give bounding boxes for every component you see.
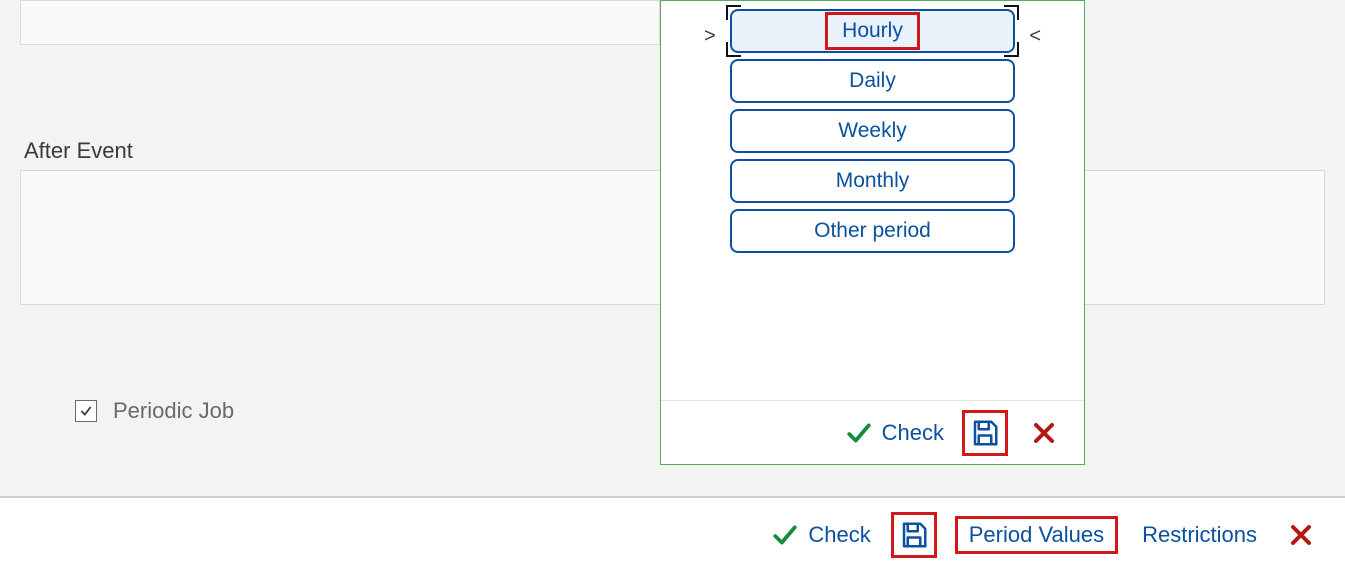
periodic-job-row[interactable]: Periodic Job xyxy=(75,398,234,424)
option-other-period-label: Other period xyxy=(814,219,931,243)
pointer-right: < xyxy=(1029,25,1041,48)
period-values-button[interactable]: Period Values xyxy=(963,518,1110,551)
periodic-job-label: Periodic Job xyxy=(113,398,234,424)
check-label: Check xyxy=(808,522,870,548)
option-weekly[interactable]: Weekly xyxy=(730,109,1015,153)
option-other-period[interactable]: Other period xyxy=(730,209,1015,253)
pointer-left: > xyxy=(704,25,716,48)
check-icon xyxy=(846,420,872,446)
periodic-job-checkbox[interactable] xyxy=(75,400,97,422)
close-button[interactable] xyxy=(1283,517,1319,553)
popup-save-button[interactable] xyxy=(962,410,1008,456)
popup-footer: Check xyxy=(661,400,1084,464)
period-options-list: > Hourly < Daily Weekly Monthly Other pe… xyxy=(661,9,1084,253)
option-hourly[interactable]: > Hourly < xyxy=(730,9,1015,53)
close-icon xyxy=(1289,523,1313,547)
option-monthly-label: Monthly xyxy=(836,169,910,193)
check-button[interactable]: Check xyxy=(772,522,870,548)
popup-check-label: Check xyxy=(882,420,944,446)
option-hourly-label: Hourly xyxy=(842,19,903,43)
period-values-button-wrap[interactable]: Period Values xyxy=(957,518,1116,552)
option-daily[interactable]: Daily xyxy=(730,59,1015,103)
save-button[interactable] xyxy=(891,512,937,558)
save-highlight xyxy=(891,512,937,558)
popup-check-button[interactable]: Check xyxy=(846,420,944,446)
after-event-label: After Event xyxy=(24,138,133,164)
close-icon xyxy=(1032,421,1056,445)
popup-close-button[interactable] xyxy=(1026,415,1062,451)
period-values-popup: > Hourly < Daily Weekly Monthly Other pe… xyxy=(660,0,1085,465)
checkmark-icon xyxy=(79,404,93,418)
previous-section-panel xyxy=(20,0,660,45)
bottom-toolbar: Check Period Values Restrictions xyxy=(0,496,1345,572)
check-icon xyxy=(772,522,798,548)
option-daily-label: Daily xyxy=(849,69,896,93)
option-weekly-label: Weekly xyxy=(838,119,906,143)
restrictions-button[interactable]: Restrictions xyxy=(1136,518,1263,552)
popup-save-highlight xyxy=(962,410,1008,456)
option-monthly[interactable]: Monthly xyxy=(730,159,1015,203)
